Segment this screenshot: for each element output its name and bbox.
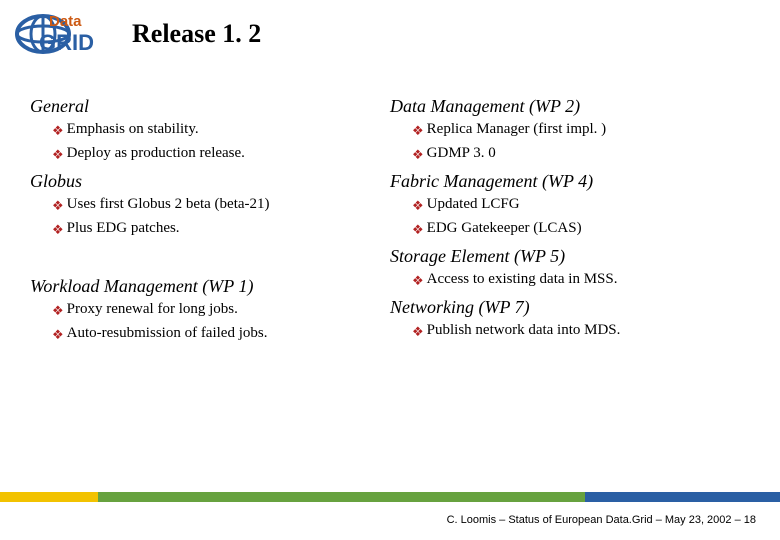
content: General ❖Emphasis on stability. ❖Deploy … [30,90,750,349]
list-item: ❖Access to existing data in MSS. [412,271,740,291]
left-column: General ❖Emphasis on stability. ❖Deploy … [30,90,390,349]
diamond-bullet-icon: ❖ [52,121,64,141]
list-item: ❖Emphasis on stability. [52,121,380,141]
list-item: ❖Uses first Globus 2 beta (beta-21) [52,196,380,216]
section-heading: Storage Element (WP 5) [390,246,740,267]
list-item: ❖Proxy renewal for long jobs. [52,301,380,321]
diamond-bullet-icon: ❖ [52,196,64,216]
slide: Data GRID Release 1. 2 General ❖Emphasis… [0,0,780,540]
slide-title: Release 1. 2 [132,19,261,49]
diamond-bullet-icon: ❖ [52,325,64,345]
section-heading: Workload Management (WP 1) [30,276,380,297]
band-green [98,492,586,502]
section-heading: Globus [30,171,380,192]
list-item-text: Publish network data into MDS. [427,322,621,339]
diamond-bullet-icon: ❖ [412,145,424,165]
list-item-text: Replica Manager (first impl. ) [427,121,607,138]
diamond-bullet-icon: ❖ [412,220,424,240]
list-item: ❖EDG Gatekeeper (LCAS) [412,220,740,240]
datagrid-logo: Data GRID [15,12,120,56]
diamond-bullet-icon: ❖ [412,121,424,141]
list-item: ❖Updated LCFG [412,196,740,216]
list-item-text: Proxy renewal for long jobs. [67,301,238,318]
list-item-text: Uses first Globus 2 beta (beta-21) [67,196,270,213]
diamond-bullet-icon: ❖ [412,322,424,342]
diamond-bullet-icon: ❖ [52,220,64,240]
list-item: ❖Auto-resubmission of failed jobs. [52,325,380,345]
list-item: ❖Deploy as production release. [52,145,380,165]
color-band [0,492,780,502]
list-item: ❖Publish network data into MDS. [412,322,740,342]
diamond-bullet-icon: ❖ [412,271,424,291]
list-item: ❖GDMP 3. 0 [412,145,740,165]
list-item-text: GDMP 3. 0 [427,145,496,162]
section-heading: Fabric Management (WP 4) [390,171,740,192]
spacer [30,244,380,270]
footer-text: C. Loomis – Status of European Data.Grid… [447,514,756,526]
band-blue [585,492,780,502]
diamond-bullet-icon: ❖ [52,301,64,321]
list-item-text: Deploy as production release. [67,145,245,162]
list-item-text: Auto-resubmission of failed jobs. [67,325,268,342]
band-yellow [0,492,98,502]
list-item-text: Access to existing data in MSS. [427,271,618,288]
diamond-bullet-icon: ❖ [412,196,424,216]
list-item-text: Emphasis on stability. [67,121,199,138]
section-heading: General [30,96,380,117]
logo-bottom-word: GRID [39,30,94,55]
header: Data GRID Release 1. 2 [15,12,261,56]
list-item-text: Plus EDG patches. [67,220,180,237]
list-item: ❖Plus EDG patches. [52,220,380,240]
list-item-text: EDG Gatekeeper (LCAS) [427,220,582,237]
list-item: ❖Replica Manager (first impl. ) [412,121,740,141]
list-item-text: Updated LCFG [427,196,520,213]
right-column: Data Management (WP 2) ❖Replica Manager … [390,90,750,349]
section-heading: Networking (WP 7) [390,297,740,318]
section-heading: Data Management (WP 2) [390,96,740,117]
logo-top-word: Data [49,13,82,30]
diamond-bullet-icon: ❖ [52,145,64,165]
